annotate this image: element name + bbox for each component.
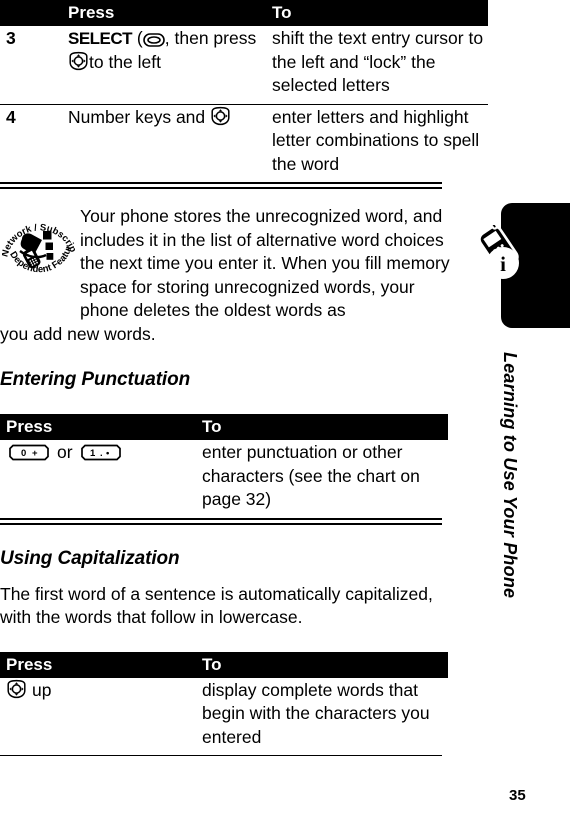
press-label: up (32, 679, 52, 700)
press-post-text: to the left (89, 51, 161, 72)
column-header-to: To (202, 651, 448, 678)
network-subscription-dependent-feature-icon: Network / Subscription Dependent Feature (0, 201, 78, 287)
step-press-cell: up (0, 678, 202, 756)
step-number: 4 (6, 106, 16, 127)
page-content: Press To 3 SELECT ( , then press to the l… (0, 0, 488, 756)
column-header-press: Press (36, 0, 272, 26)
step-press-cell: 0 + or 1. • (0, 440, 202, 518)
table-row: 3 SELECT ( , then press to the left shift… (0, 26, 488, 104)
table-row: up display complete words that begin wit… (0, 678, 448, 756)
press-mid-text: or (57, 442, 73, 462)
sidebar-chapter-title-text: Learning to Use Your Phone (500, 352, 520, 599)
softkey-icon (142, 33, 165, 47)
note-text-tail: you add new words. (0, 323, 156, 344)
table-header-row: Press To (0, 414, 448, 440)
punctuation-table: Press To 0 + or 1. • enter punctuation or ot… (0, 414, 448, 518)
step-press-cell: Number keys and (36, 105, 272, 183)
step-to-cell: enter letters and highlight letter combi… (272, 106, 480, 174)
step-to-cell: enter punctuation or other characters (s… (202, 442, 420, 509)
sidebar-chapter-tab: i (478, 203, 570, 328)
note-block: Network / Subscription Dependent Feature (0, 201, 466, 346)
column-header-to: To (202, 414, 448, 440)
manual-page: Press To 3 SELECT ( , then press to the l… (0, 0, 570, 819)
column-header-number (0, 0, 36, 26)
svg-text:+: + (32, 448, 38, 459)
select-softkey-label: SELECT (68, 29, 133, 48)
phone-info-icon: i (473, 219, 535, 287)
table-row: 4 Number keys and enter letters and high… (0, 105, 488, 183)
table-bottom-double-rule (0, 182, 442, 189)
key-1-dot-icon: 1. • (78, 444, 124, 461)
column-header-press: Press (0, 651, 202, 678)
column-header-to: To (272, 0, 488, 26)
section-heading-entering-punctuation: Entering Punctuation (0, 369, 191, 390)
procedure-table-text-entry: Press To 3 SELECT ( , then press to the l… (0, 0, 488, 182)
capitalization-table: Press To up display complete words that … (0, 651, 448, 756)
step-to-cell: shift the text entry cursor to the left … (272, 28, 484, 95)
column-header-press: Press (0, 414, 202, 440)
table-header-row: Press To (0, 651, 448, 678)
navigation-key-icon (6, 679, 27, 699)
svg-text:i: i (500, 252, 506, 276)
press-pre-text: Number keys and (68, 106, 206, 127)
section-heading-using-capitalization: Using Capitalization (0, 547, 180, 569)
navigation-key-icon (68, 51, 89, 71)
step-number: 3 (6, 28, 16, 48)
page-number: 35 (509, 787, 526, 804)
capitalization-paragraph: The first word of a sentence is automati… (0, 583, 433, 628)
svg-text:1: 1 (90, 448, 96, 459)
table-bottom-rule (0, 755, 442, 756)
sidebar-chapter-title: Learning to Use Your Phone (497, 352, 543, 602)
table-row: 0 + or 1. • enter punctuation or other chara… (0, 440, 448, 518)
navigation-key-icon (210, 106, 231, 126)
svg-text:.: . (100, 448, 103, 459)
step-to-cell: display complete words that begin with t… (202, 679, 430, 747)
table-header-row: Press To (0, 0, 488, 26)
key-0-plus-icon: 0 + (6, 444, 52, 461)
table-bottom-double-rule (0, 517, 442, 525)
step-press-cell: SELECT ( , then press to the left (36, 26, 272, 104)
paren-open: ( (132, 28, 143, 48)
svg-text:0: 0 (21, 448, 26, 459)
press-mid-text: , then press (164, 28, 257, 48)
